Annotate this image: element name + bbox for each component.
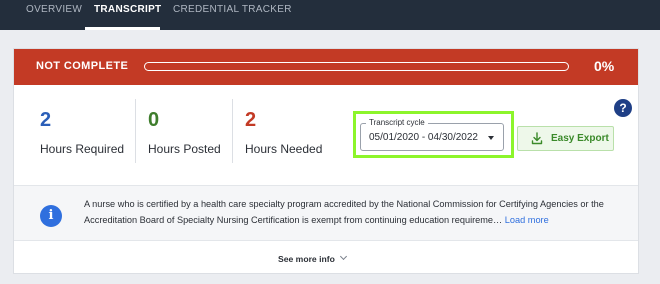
top-nav: OVERVIEW TRANSCRIPT CREDENTIAL TRACKER (0, 0, 660, 30)
progress-bar (144, 62, 569, 71)
info-text: A nurse who is certified by a health car… (84, 196, 624, 228)
active-tab-indicator (85, 27, 160, 30)
download-icon (531, 132, 543, 150)
stat-divider (135, 99, 136, 163)
hours-needed-value: 2 (245, 109, 257, 131)
hours-required-value: 2 (40, 109, 52, 131)
easy-export-label: Easy Export (551, 133, 609, 144)
load-more-link[interactable]: Load more (505, 215, 549, 225)
help-icon[interactable]: ? (614, 99, 632, 117)
tab-credential-tracker[interactable]: CREDENTIAL TRACKER (173, 4, 292, 15)
dropdown-caret-icon (488, 136, 494, 140)
transcript-cycle-label: Transcript cycle (366, 118, 428, 127)
transcript-cycle-select[interactable]: 05/01/2020 - 04/30/2022 (360, 123, 504, 151)
info-notice: i A nurse who is certified by a health c… (14, 185, 638, 241)
hours-posted-value: 0 (148, 109, 160, 131)
completion-status: NOT COMPLETE (36, 60, 129, 72)
see-more-info-link[interactable]: See more info (278, 254, 335, 264)
hours-required-label: Hours Required (40, 142, 125, 156)
easy-export-button[interactable]: Easy Export (517, 126, 614, 151)
tab-transcript[interactable]: TRANSCRIPT (94, 4, 161, 15)
chevron-down-icon[interactable] (339, 252, 348, 261)
transcript-cycle-value: 05/01/2020 - 04/30/2022 (369, 132, 478, 143)
info-icon: i (40, 205, 62, 227)
stat-divider (232, 99, 233, 163)
completion-percent: 0% (594, 58, 615, 74)
hours-needed-label: Hours Needed (245, 142, 323, 156)
tab-overview[interactable]: OVERVIEW (26, 4, 82, 15)
hours-posted-label: Hours Posted (148, 142, 221, 156)
completion-banner: NOT COMPLETE 0% (14, 49, 638, 85)
transcript-card: NOT COMPLETE 0% 2 Hours Required 0 Hours… (13, 48, 639, 274)
